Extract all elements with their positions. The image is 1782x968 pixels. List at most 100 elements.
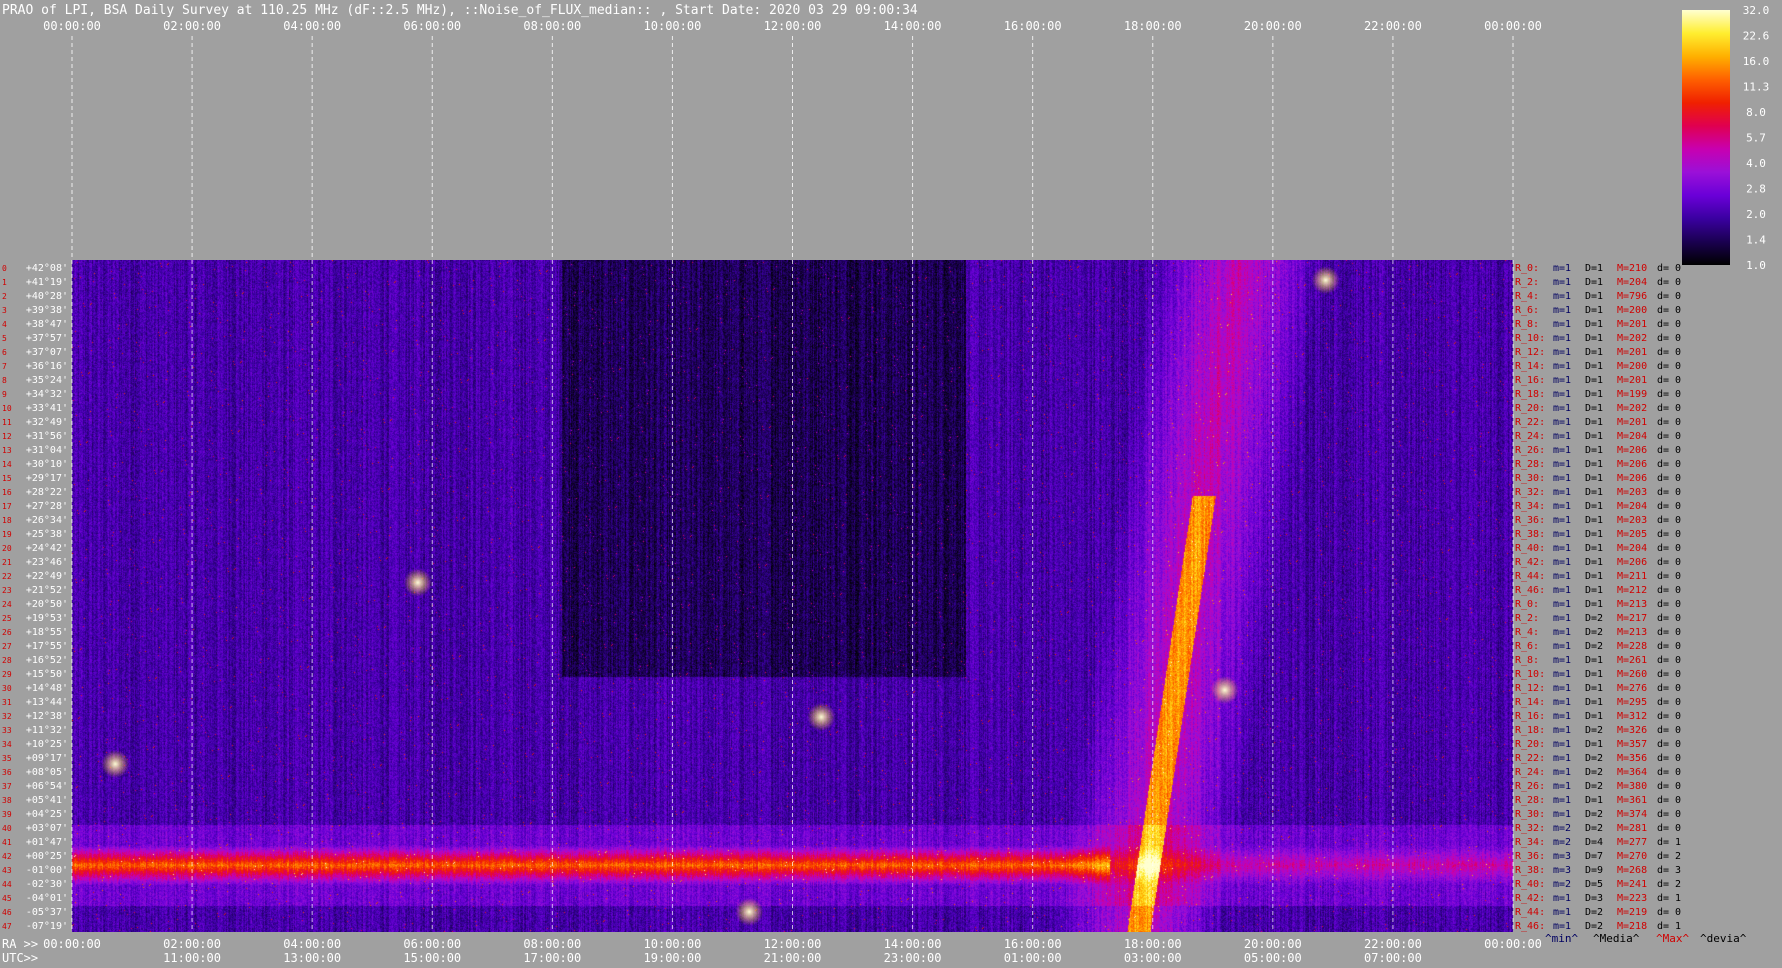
dec-label: +37°07' [26,347,68,358]
beam-number: 35 [2,754,12,763]
dec-label: +29°17' [26,473,68,484]
beam-number: 27 [2,642,12,651]
ra-tick-label: 02:00:00 [163,937,221,951]
stats-median: D=1 [1585,669,1603,680]
colorbar-ticks: 32.0 22.6 16.0 11.3 8.0 5.7 4.0 2.8 2.0 1.4 1.0 [1743,4,1770,272]
stats-devia: d= 0 [1657,277,1681,288]
beam-number: 22 [2,572,12,581]
stats-max: M=223 [1617,893,1647,904]
stats-median: D=1 [1585,375,1603,386]
ra-tick-label: 08:00:00 [523,937,581,951]
dec-label: +03°07' [26,823,68,834]
stats-median: D=1 [1585,389,1603,400]
stats-devia: d= 0 [1657,683,1681,694]
stats-column: R_0: m=1 D=1 M=210 d= 0 R_2: m=1 D=1 M=204 d= 0 R_… [1515,263,1681,932]
stats-row-label: R_18: [1515,389,1545,400]
stats-max: M=228 [1617,641,1647,652]
stats-max: M=218 [1617,921,1647,932]
stats-min: m=1 [1553,767,1571,778]
beam-number: 18 [2,516,12,525]
utc-prefix: UTC>> [2,951,38,965]
stats-max: M=201 [1617,347,1647,358]
stats-max: M=380 [1617,781,1647,792]
top-tick-label: 00:00:00 [43,19,101,33]
stats-median: D=1 [1585,529,1603,540]
stats-devia: d= 0 [1657,305,1681,316]
stats-median: D=2 [1585,753,1603,764]
utc-tick-label: 15:00:00 [403,951,461,965]
stats-max: M=205 [1617,529,1647,540]
stats-median: D=1 [1585,403,1603,414]
dec-label: +37°57' [26,333,68,344]
beam-number: 0 [2,264,7,273]
stats-row-label: R_24: [1515,767,1545,778]
chart-title: PRAO of LPI, BSA Daily Survey at 110.25 … [2,3,918,18]
dec-label: +42°08' [26,263,68,274]
beam-number: 30 [2,684,12,693]
stats-min: m=1 [1553,893,1571,904]
stats-max: M=241 [1617,879,1647,890]
stats-median: D=1 [1585,347,1603,358]
stats-max: M=211 [1617,571,1647,582]
dec-label: +11°32' [26,725,68,736]
beam-number: 15 [2,474,12,483]
stats-devia: d= 0 [1657,781,1681,792]
stats-min: m=3 [1553,865,1571,876]
stats-min: m=1 [1553,543,1571,554]
beam-number: 40 [2,824,12,833]
stats-min: m=1 [1553,669,1571,680]
stats-median: D=1 [1585,361,1603,372]
utc-tick-label: 07:00:00 [1364,951,1422,965]
dec-label: -01°00' [26,865,68,876]
stats-row-label: R_16: [1515,375,1545,386]
stats-devia: d= 0 [1657,375,1681,386]
stats-row-label: R_18: [1515,725,1545,736]
ra-tick-label: 16:00:00 [1004,937,1062,951]
dec-label: +27°28' [26,501,68,512]
stats-max: M=204 [1617,543,1647,554]
stats-max: M=356 [1617,753,1647,764]
stats-median: D=2 [1585,907,1603,918]
stats-min: m=1 [1553,375,1571,386]
dec-label: +30°10' [26,459,68,470]
stats-max: M=312 [1617,711,1647,722]
stats-max: M=281 [1617,823,1647,834]
beam-number: 43 [2,866,12,875]
ra-tick-label: 00:00:00 [1484,937,1542,951]
stats-median: D=1 [1585,305,1603,316]
stats-median: D=1 [1585,501,1603,512]
stats-median: D=1 [1585,599,1603,610]
stats-max: M=204 [1617,277,1647,288]
beam-number: 14 [2,460,12,469]
colorbar-tick-label: 5.7 [1746,132,1766,145]
dec-label: +14°48' [26,683,68,694]
stats-row-label: R_22: [1515,417,1545,428]
beam-numbers: 0123456789101112131415161718192021222324… [2,264,12,931]
stats-min: m=1 [1553,641,1571,652]
stats-median: D=1 [1585,277,1603,288]
beam-number: 13 [2,446,12,455]
stats-row-label: R_4: [1515,291,1539,302]
stats-median: D=2 [1585,809,1603,820]
beam-number: 38 [2,796,12,805]
stats-row-label: R_22: [1515,753,1545,764]
stats-row-label: R_8: [1515,655,1539,666]
utc-tick-label: 11:00:00 [163,951,221,965]
stats-devia: d= 0 [1657,263,1681,274]
beam-number: 26 [2,628,12,637]
stats-max: M=200 [1617,305,1647,316]
stats-median: D=1 [1585,473,1603,484]
stats-devia: d= 0 [1657,697,1681,708]
stats-min: m=2 [1553,837,1571,848]
stats-row-label: R_14: [1515,697,1545,708]
beam-number: 1 [2,278,7,287]
stats-median: D=1 [1585,697,1603,708]
stats-median: D=2 [1585,781,1603,792]
beam-number: 17 [2,502,12,511]
stats-median: D=1 [1585,795,1603,806]
stats-max: M=796 [1617,291,1647,302]
ra-tick-label: 18:00:00 [1124,937,1182,951]
stats-row-label: R_34: [1515,837,1545,848]
stats-devia: d= 0 [1657,571,1681,582]
dec-label: +41°19' [26,277,68,288]
